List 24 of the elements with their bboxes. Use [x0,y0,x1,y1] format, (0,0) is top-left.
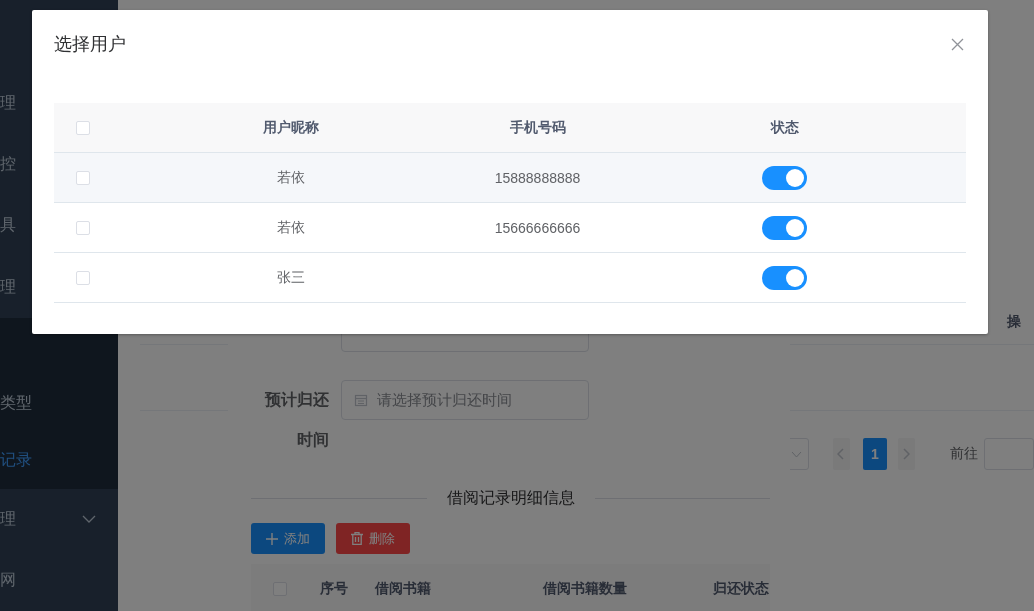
table-cell: 若依 [276,218,305,237]
delete-button[interactable]: 删除 [336,523,410,554]
submenu-item[interactable]: 记录 [0,431,118,489]
sidebar-item[interactable]: 理 [0,488,118,550]
column-header: 借阅书籍数量 [543,580,628,598]
column-header: 手机号码 [509,118,566,137]
jump-label: 前往 [950,445,978,463]
table-cell: 若依 [276,168,305,187]
table-cell: 张三 [276,268,305,287]
column-header: 归还状态 [713,580,770,598]
column-header: 借阅书籍 [375,580,432,598]
section-title: 借阅记录明细信息 [446,488,575,508]
sidebar-item[interactable]: 网 [0,549,118,611]
field-label: 预计归还时间 [263,390,330,450]
table-cell: 15888888888 [494,169,581,186]
column-header: 序号 [320,580,349,598]
column-header: 操 [1007,313,1022,331]
dialog-title: 选择用户 [54,33,126,56]
add-button[interactable]: 添加 [251,523,325,554]
submenu-item[interactable]: 类型 [0,374,118,432]
column-header: 用户昵称 [262,118,319,137]
table-cell: 15666666666 [494,219,581,236]
column-header: 状态 [770,118,799,137]
page-button[interactable]: 1 [862,438,887,470]
